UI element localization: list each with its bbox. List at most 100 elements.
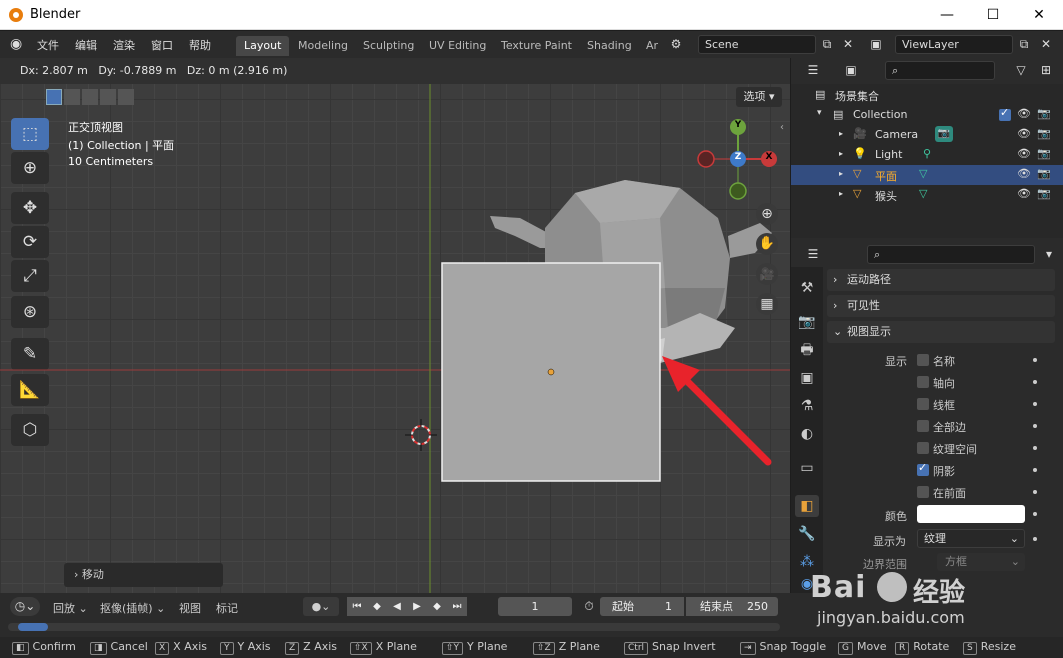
render-camera-icon[interactable]: 📷: [1037, 147, 1051, 160]
output-tab-icon[interactable]: 🖶: [795, 339, 819, 361]
visibility-section[interactable]: › 可见性: [827, 295, 1055, 317]
visibility-eye-icon[interactable]: 👁: [1017, 167, 1031, 180]
tab-modeling[interactable]: Modeling: [290, 36, 356, 56]
end-frame-field[interactable]: 结束点 250: [686, 597, 778, 616]
keyframe-dot[interactable]: [1033, 468, 1037, 472]
auto-keying-toggle[interactable]: ●⌄: [303, 597, 339, 616]
play-reverse-icon[interactable]: ◀: [387, 597, 407, 616]
outliner-search[interactable]: ⌕: [885, 61, 995, 80]
bounds-dropdown[interactable]: 方框 ⌄: [937, 553, 1025, 571]
particles-tab-icon[interactable]: ⁂: [795, 551, 819, 573]
operator-panel[interactable]: › 移动: [64, 563, 223, 587]
visibility-eye-icon[interactable]: 👁: [1017, 127, 1031, 140]
keyframe-dot[interactable]: [1033, 490, 1037, 494]
render-camera-icon[interactable]: 📷: [1037, 167, 1051, 180]
display-as-dropdown[interactable]: 纹理 ⌄: [917, 529, 1025, 548]
camera-data-icon[interactable]: 📷: [935, 126, 953, 142]
properties-options-icon[interactable]: ▾: [1039, 245, 1059, 264]
ortho-grid-icon[interactable]: ▦: [756, 293, 778, 315]
expand-icon[interactable]: ▸: [839, 149, 843, 158]
keyframe-dot[interactable]: [1033, 380, 1037, 384]
timeline-editor-icon[interactable]: ◷⌄: [10, 597, 40, 616]
keyframe-dot[interactable]: [1033, 512, 1037, 516]
expand-icon[interactable]: ▸: [839, 189, 843, 198]
display-mode-icon[interactable]: ▣: [841, 61, 861, 80]
in-front-checkbox[interactable]: [917, 486, 929, 498]
tab-texture-paint[interactable]: Texture Paint: [493, 36, 580, 56]
gizmo-z-label[interactable]: Z: [733, 152, 743, 162]
zoom-icon[interactable]: ⊕: [756, 203, 778, 225]
keyframe-dot[interactable]: [1033, 402, 1037, 406]
tool-tab-icon[interactable]: ⚒: [795, 277, 819, 299]
maximize-button[interactable]: ☐: [970, 0, 1016, 30]
minimize-button[interactable]: —: [924, 0, 970, 30]
collection-tab-icon[interactable]: ▭: [795, 457, 819, 479]
jump-end-icon[interactable]: ⏭: [447, 597, 467, 616]
visibility-eye-icon[interactable]: 👁: [1017, 187, 1031, 200]
menu-edit[interactable]: 编辑: [75, 37, 97, 53]
tab-shading[interactable]: Shading: [579, 36, 640, 56]
tab-uv-editing[interactable]: UV Editing: [421, 36, 494, 56]
play-icon[interactable]: ▶: [407, 597, 427, 616]
viewport-display-section[interactable]: ⌄ 视图显示: [827, 321, 1055, 343]
start-frame-field[interactable]: 起始 1: [600, 597, 684, 616]
properties-search[interactable]: ⌕: [867, 245, 1035, 264]
new-collection-icon[interactable]: ⊞: [1036, 61, 1056, 80]
keyframe-dot[interactable]: [1033, 424, 1037, 428]
physics-tab-icon[interactable]: ◉: [795, 573, 819, 595]
camera-view-icon[interactable]: 🎥: [756, 263, 778, 285]
copy-viewlayer-icon[interactable]: ⧉: [1014, 35, 1034, 54]
shadow-checkbox[interactable]: [917, 461, 929, 476]
viewlayer-field[interactable]: ViewLayer: [895, 35, 1013, 54]
outliner-item-monkey[interactable]: ▸ ▽ 猴头 ▽ 👁 📷: [791, 185, 1063, 205]
mesh-data-icon[interactable]: ▽: [919, 187, 927, 200]
render-camera-icon[interactable]: 📷: [1037, 187, 1051, 200]
next-keyframe-icon[interactable]: ◆: [427, 597, 447, 616]
marker-menu[interactable]: 标记: [216, 600, 238, 616]
render-tab-icon[interactable]: 📷: [795, 311, 819, 333]
view-menu[interactable]: 视图: [179, 600, 201, 616]
menu-file[interactable]: 文件: [37, 37, 59, 53]
keyframe-dot[interactable]: [1033, 446, 1037, 450]
gizmo-x-label[interactable]: X: [764, 152, 774, 162]
light-data-icon[interactable]: ⚲: [923, 147, 931, 160]
scene-collection-row[interactable]: ▤ 场景集合: [791, 85, 1063, 105]
world-tab-icon[interactable]: ◐: [795, 423, 819, 445]
filter-icon[interactable]: ▽: [1011, 61, 1031, 80]
playback-menu[interactable]: 回放 ⌄: [53, 600, 88, 616]
scene-icon[interactable]: ⚙: [666, 35, 686, 54]
timeline-scrubber[interactable]: [8, 623, 780, 631]
frame-indicator[interactable]: [18, 623, 48, 631]
remove-viewlayer-icon[interactable]: ✕: [1036, 35, 1056, 54]
object-tab-icon[interactable]: ◧: [795, 495, 819, 517]
menu-help[interactable]: 帮助: [189, 37, 211, 53]
modifier-tab-icon[interactable]: 🔧: [795, 523, 819, 545]
wireframe-checkbox[interactable]: [917, 398, 929, 410]
collection-exclude-checkbox[interactable]: [999, 106, 1011, 121]
close-button[interactable]: ✕: [1016, 0, 1062, 30]
expand-icon[interactable]: ▸: [839, 129, 843, 138]
copy-scene-icon[interactable]: ⧉: [817, 35, 837, 54]
jump-start-icon[interactable]: ⏮: [347, 597, 367, 616]
all-edges-checkbox[interactable]: [917, 420, 929, 432]
outliner-item-light[interactable]: ▸ 💡 Light ⚲ 👁 📷: [791, 145, 1063, 165]
texture-space-checkbox[interactable]: [917, 442, 929, 454]
expand-icon[interactable]: ▾: [817, 108, 822, 118]
mesh-data-icon[interactable]: ▽: [919, 167, 927, 180]
tab-sculpting[interactable]: Sculpting: [355, 36, 422, 56]
motion-path-section[interactable]: › 运动路径: [827, 269, 1055, 291]
axis-checkbox[interactable]: [917, 376, 929, 388]
remove-scene-icon[interactable]: ✕: [838, 35, 858, 54]
collection-row[interactable]: ▾ ▤ Collection 👁 📷: [791, 105, 1063, 125]
visibility-eye-icon[interactable]: 👁: [1017, 147, 1031, 160]
scene-field[interactable]: Scene: [698, 35, 816, 54]
outliner-item-camera[interactable]: ▸ 🎥 Camera 📷 👁 📷: [791, 125, 1063, 145]
prev-keyframe-icon[interactable]: ◆: [367, 597, 387, 616]
menu-window[interactable]: 窗口: [151, 37, 173, 53]
editor-type-icon[interactable]: ☰: [803, 61, 823, 80]
editor-type-icon[interactable]: ☰: [803, 245, 823, 264]
tab-more[interactable]: Ar: [638, 36, 666, 56]
visibility-eye-icon[interactable]: 👁: [1017, 107, 1031, 120]
scene-tab-icon[interactable]: ⚗: [795, 395, 819, 417]
expand-icon[interactable]: ▸: [839, 169, 843, 178]
